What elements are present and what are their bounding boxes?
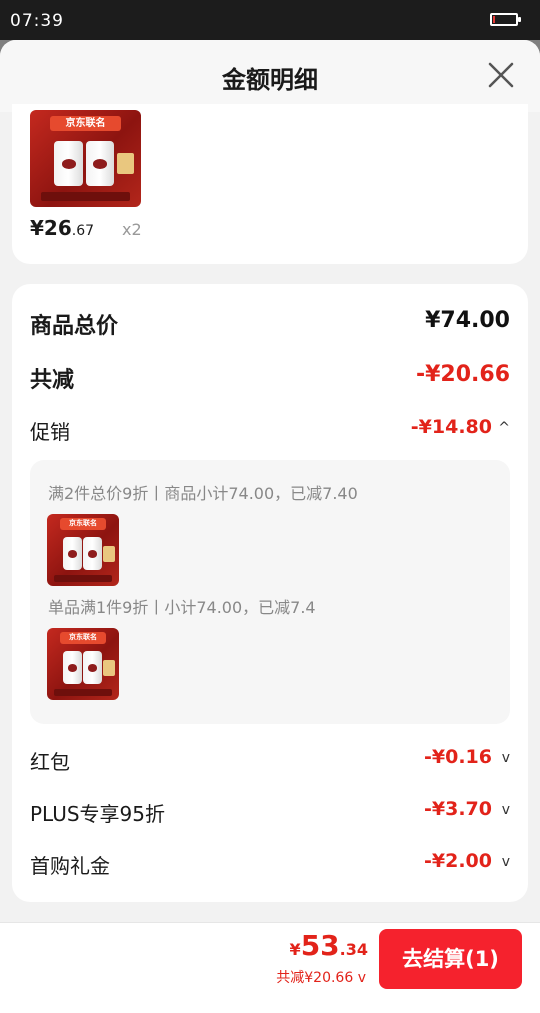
promotion-detail-box: 满2件总价9折丨商品小计74.00，已减7.40 京东联名 单品满1件9折丨小计…	[30, 460, 510, 724]
promotion-value: -¥14.80	[410, 416, 492, 438]
promotion-item-image[interactable]: 京东联名	[47, 514, 119, 586]
promotion-item-text: 单品满1件9折丨小计74.00，已减7.4	[48, 598, 316, 617]
product-image[interactable]: 京东联名	[30, 110, 141, 207]
total-price-label: 商品总价	[30, 314, 119, 339]
red-packet-value: -¥0.16	[424, 746, 492, 768]
product-price: ¥26.67	[30, 216, 95, 240]
chevron-down-icon[interactable]: v	[502, 802, 510, 818]
status-time: 07:39	[10, 11, 64, 31]
promotion-label: 促销	[30, 420, 70, 444]
reduce-summary-text: 共减¥20.66	[276, 970, 354, 986]
amount-detail-sheet: 金额明细 京东联名 ¥26.67 x2 商品总价 ¥74.00 共减 -¥20.…	[0, 40, 540, 1013]
product-card: 京东联名 ¥26.67 x2	[12, 104, 528, 264]
reduce-summary-toggle[interactable]: 共减¥20.66 v	[276, 967, 366, 987]
chevron-down-icon[interactable]: v	[502, 854, 510, 870]
close-icon[interactable]	[486, 60, 516, 90]
chevron-down-icon[interactable]: v	[502, 750, 510, 766]
sheet-header: 金额明细	[0, 40, 540, 112]
plus-discount-label: PLUS专享95折	[30, 802, 165, 826]
plus-discount-row[interactable]: PLUS专享95折 -¥3.70 v	[30, 798, 510, 830]
sheet-title: 金额明细	[222, 66, 318, 94]
first-purchase-gift-value: -¥2.00	[424, 850, 492, 872]
chevron-down-icon: v	[357, 970, 366, 986]
total-price-value: ¥74.00	[425, 308, 510, 333]
total-reduce-label: 共减	[30, 368, 75, 393]
checkout-bar: ¥53.34 共减¥20.66 v 去结算(1)	[0, 922, 540, 1013]
red-packet-label: 红包	[30, 750, 70, 774]
promotion-item-text: 满2件总价9折丨商品小计74.00，已减7.40	[48, 484, 358, 503]
price-detail-card: 商品总价 ¥74.00 共减 -¥20.66 促销 -¥14.80 ^ 满2件总…	[12, 284, 528, 902]
payable-total: ¥53.34	[289, 929, 368, 962]
product-quantity: x2	[122, 220, 142, 239]
first-purchase-gift-label: 首购礼金	[30, 854, 110, 878]
first-purchase-gift-row[interactable]: 首购礼金 -¥2.00 v	[30, 850, 510, 882]
red-packet-row[interactable]: 红包 -¥0.16 v	[30, 746, 510, 778]
total-price-row: 商品总价 ¥74.00	[30, 308, 510, 340]
battery-icon	[490, 13, 521, 26]
total-reduce-value: -¥20.66	[415, 362, 510, 387]
promotion-row[interactable]: 促销 -¥14.80 ^	[30, 416, 510, 448]
plus-discount-value: -¥3.70	[424, 798, 492, 820]
chevron-up-icon[interactable]: ^	[498, 420, 510, 436]
checkout-button[interactable]: 去结算(1)	[379, 929, 522, 989]
promotion-item-image[interactable]: 京东联名	[47, 628, 119, 700]
product-image-banner: 京东联名	[49, 115, 121, 132]
battery-level	[493, 16, 496, 23]
status-bar: 07:39	[0, 0, 540, 40]
total-reduce-row: 共减 -¥20.66	[30, 362, 510, 394]
